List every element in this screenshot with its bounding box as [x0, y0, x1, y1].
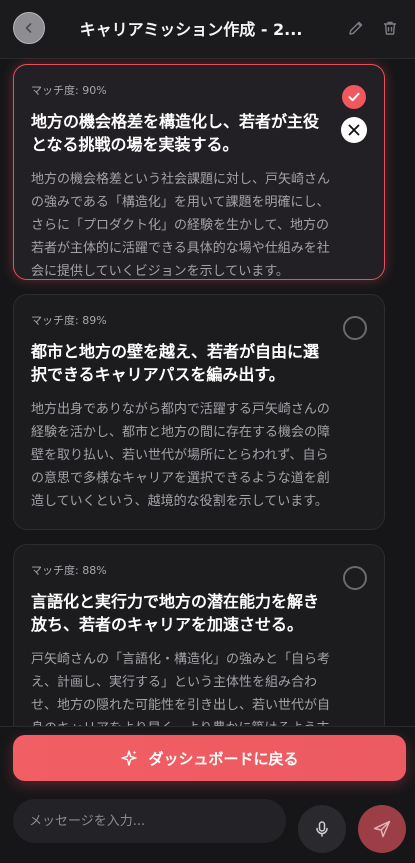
sparkle-icon	[121, 750, 138, 766]
mission-title: 都市と地方の壁を越え、若者が自由に選択できるキャリアパスを編み出す。	[31, 342, 320, 384]
pencil-icon	[349, 21, 363, 35]
app-header: キャリアミッション作成 - 2...	[0, 0, 415, 59]
page-title: キャリアミッション作成 - 2...	[79, 20, 303, 39]
select-radio[interactable]	[343, 566, 367, 590]
match-score: マッチ度: 90%	[31, 84, 107, 97]
mission-description: 戸矢崎さんの「言語化・構造化」の強みと「自ら考え、計画し、実行する」という主体性…	[31, 652, 331, 726]
mission-description: 地方の機会格差という社会課題に対し、戸矢崎さんの強みである「構造化」を用いて課題…	[31, 172, 331, 279]
select-radio[interactable]	[343, 316, 367, 340]
check-icon	[348, 92, 360, 102]
mic-button[interactable]	[298, 805, 346, 853]
x-logo-icon	[348, 124, 360, 136]
trash-icon	[384, 21, 396, 35]
share-x-button[interactable]	[341, 117, 367, 143]
selected-check[interactable]	[342, 85, 366, 109]
mission-title: 地方の機会格差を構造化し、若者が主役となる挑戦の場を実装する。	[31, 112, 320, 154]
bottom-bar: ダッシュボードに戻る	[0, 726, 415, 863]
message-input[interactable]	[13, 799, 286, 843]
send-icon	[373, 820, 391, 838]
mission-card-3[interactable]: マッチ度: 88% 言語化と実行力で地方の潜在能力を解き放ち、若者のキャリアを加…	[13, 544, 385, 726]
mission-list[interactable]: マッチ度: 90% 地方の機会格差を構造化し、若者が主役となる挑戦の場を実装する…	[0, 58, 415, 726]
mission-card-2[interactable]: マッチ度: 89% 都市と地方の壁を越え、若者が自由に選択できるキャリアパスを編…	[13, 294, 385, 530]
chevron-left-icon	[25, 23, 32, 33]
microphone-icon	[316, 821, 328, 837]
delete-button[interactable]	[381, 19, 399, 37]
dashboard-button-label: ダッシュボードに戻る	[148, 749, 299, 768]
back-button[interactable]	[13, 12, 45, 44]
mission-description: 地方出身でありながら都内で活躍する戸矢崎さんの経験を活かし、都市と地方の間に存在…	[31, 402, 331, 509]
edit-button[interactable]	[347, 19, 365, 37]
mission-title: 言語化と実行力で地方の潜在能力を解き放ち、若者のキャリアを加速させる。	[31, 592, 320, 634]
mission-card-1[interactable]: マッチ度: 90% 地方の機会格差を構造化し、若者が主役となる挑戦の場を実装する…	[13, 64, 385, 280]
match-score: マッチ度: 88%	[31, 564, 107, 577]
dashboard-button[interactable]: ダッシュボードに戻る	[13, 735, 406, 781]
send-button[interactable]	[358, 805, 406, 853]
match-score: マッチ度: 89%	[31, 314, 107, 327]
